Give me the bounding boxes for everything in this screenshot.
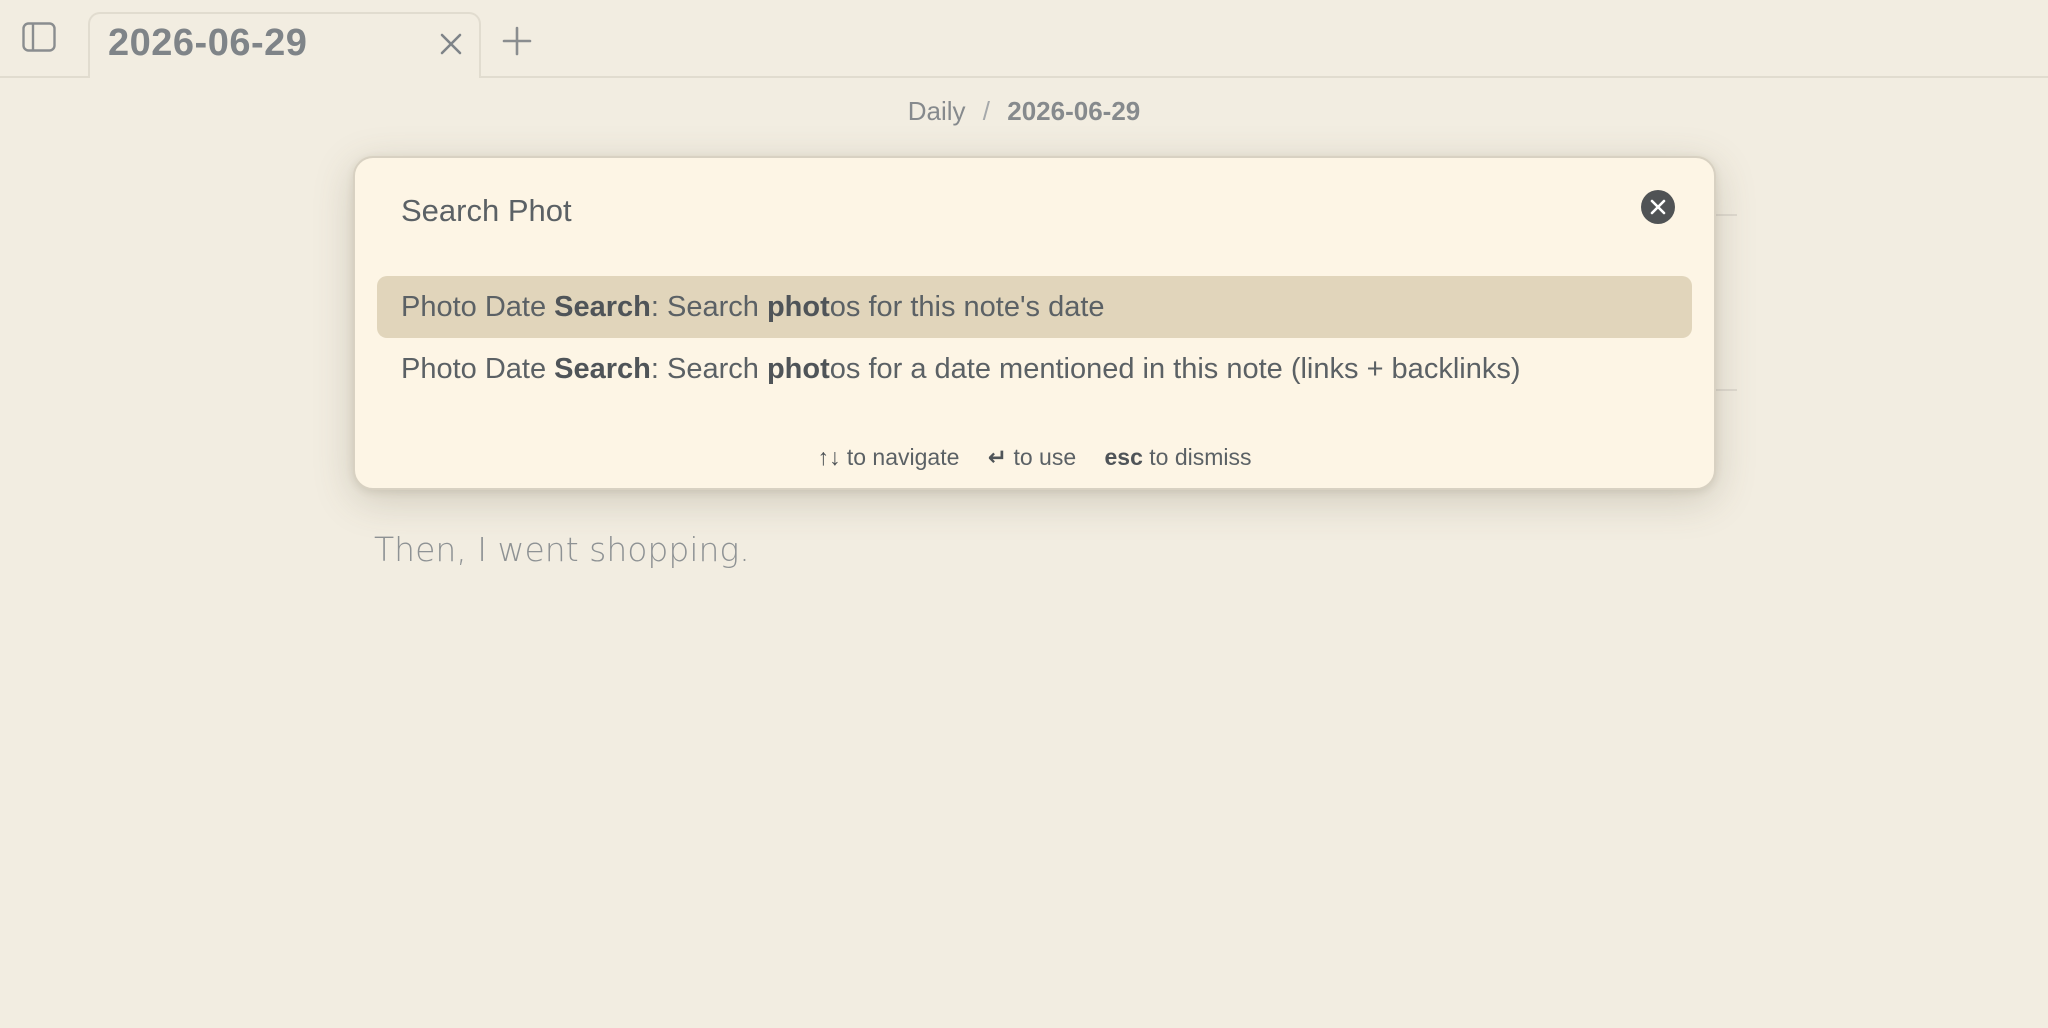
palette-footer-hints: ↑↓ to navigate ↵ to use esc to dismiss bbox=[355, 444, 1714, 471]
breadcrumb: Daily / 2026-06-29 bbox=[0, 96, 2048, 127]
plus-icon bbox=[502, 26, 532, 56]
tab-title: 2026-06-29 bbox=[108, 22, 308, 64]
clear-search-button[interactable] bbox=[1641, 190, 1675, 224]
tab-daily-note[interactable]: 2026-06-29 bbox=[88, 12, 481, 78]
new-tab-button[interactable] bbox=[500, 24, 534, 58]
tab-close-button[interactable] bbox=[437, 30, 465, 58]
command-palette: Photo Date Search: Search photos for thi… bbox=[353, 156, 1716, 490]
hint-use: ↵ to use bbox=[987, 444, 1077, 470]
command-result-item[interactable]: Photo Date Search: Search photos for thi… bbox=[377, 276, 1692, 338]
app-window: 2026-06-29 Daily / 2026-06-29 Then, I we… bbox=[0, 0, 2048, 1028]
command-results-list: Photo Date Search: Search photos for thi… bbox=[377, 276, 1692, 400]
clear-search-icon bbox=[1650, 199, 1666, 215]
breadcrumb-separator: / bbox=[982, 96, 991, 126]
tab-bar: 2026-06-29 bbox=[0, 0, 2048, 78]
close-icon bbox=[440, 33, 462, 55]
hint-navigate: ↑↓ to navigate bbox=[817, 444, 960, 470]
command-result-item[interactable]: Photo Date Search: Search photos for a d… bbox=[377, 338, 1692, 400]
breadcrumb-current: 2026-06-29 bbox=[1007, 96, 1141, 126]
hint-dismiss: esc to dismiss bbox=[1104, 444, 1252, 470]
breadcrumb-parent[interactable]: Daily bbox=[908, 96, 966, 126]
command-search-input[interactable] bbox=[401, 186, 1601, 236]
sidebar-toggle-icon bbox=[22, 22, 56, 52]
sidebar-toggle-button[interactable] bbox=[22, 22, 56, 52]
note-paragraph[interactable]: Then, I went shopping. bbox=[374, 530, 750, 569]
